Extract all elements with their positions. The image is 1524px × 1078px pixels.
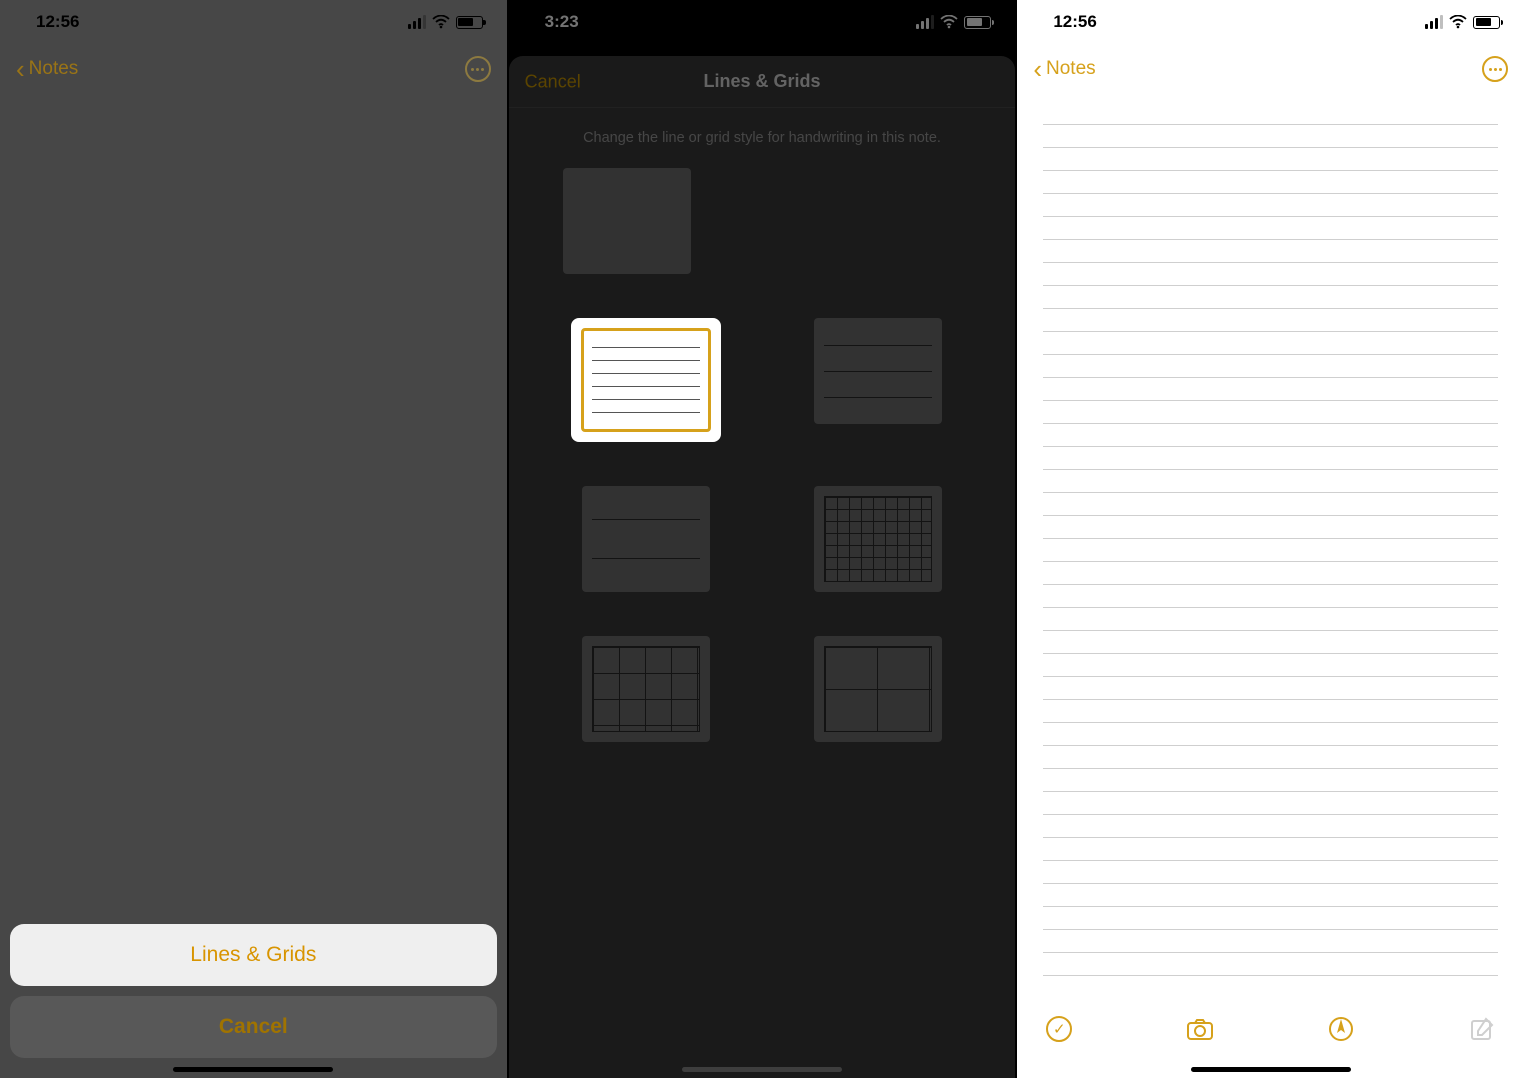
swatch-grid-medium[interactable] (582, 636, 710, 742)
more-button[interactable] (1482, 56, 1508, 82)
modal-header: Cancel Lines & Grids (509, 56, 1016, 108)
back-button[interactable]: ‹ Notes (1033, 56, 1095, 82)
wifi-icon (1449, 15, 1467, 29)
modal-title: Lines & Grids (703, 71, 820, 92)
battery-icon (1473, 16, 1500, 29)
swatch-grid-large[interactable] (814, 636, 942, 742)
nav-bar: ‹ Notes (0, 44, 507, 94)
checklist-button[interactable]: ✓ (1045, 1015, 1073, 1043)
status-time: 3:23 (545, 12, 579, 32)
pane-lines-grids-picker: 3:23 Cancel Lines & Grids Change the lin… (507, 0, 1016, 1078)
note-canvas[interactable] (1043, 102, 1498, 982)
home-indicator[interactable] (1191, 1067, 1351, 1072)
status-indicators (1425, 15, 1500, 29)
more-icon (1489, 68, 1502, 71)
cellular-icon (1425, 15, 1443, 29)
lines-grids-modal: Cancel Lines & Grids Change the line or … (509, 56, 1016, 1078)
camera-icon (1186, 1015, 1214, 1043)
markup-icon (1327, 1015, 1355, 1043)
camera-button[interactable] (1186, 1015, 1214, 1043)
more-button[interactable] (465, 56, 491, 82)
cellular-icon (916, 15, 934, 29)
swatch-lines-narrow[interactable] (571, 318, 721, 442)
swatch-lines-medium[interactable] (814, 318, 942, 424)
more-icon (471, 68, 484, 71)
status-indicators (916, 15, 991, 29)
cancel-button[interactable]: Cancel (525, 71, 581, 92)
modal-description: Change the line or grid style for handwr… (509, 108, 1016, 156)
back-button[interactable]: ‹ Notes (16, 56, 78, 82)
dim-overlay (0, 0, 507, 1078)
wifi-icon (940, 15, 958, 29)
action-sheet: Lines & Grids Cancel (10, 924, 497, 1058)
pane-lined-note: 12:56 ‹ Notes ✓ (1015, 0, 1524, 1078)
home-indicator[interactable] (682, 1067, 842, 1072)
cellular-icon (408, 15, 426, 29)
swatch-grid-small[interactable] (814, 486, 942, 592)
status-time: 12:56 (1053, 12, 1096, 32)
nav-bar: ‹ Notes (1017, 44, 1524, 94)
new-note-button[interactable] (1468, 1015, 1496, 1043)
back-label: Notes (29, 58, 79, 80)
bottom-toolbar: ✓ (1017, 998, 1524, 1078)
battery-icon (456, 16, 483, 29)
chevron-left-icon: ‹ (16, 56, 25, 82)
swatch-grid (509, 156, 1016, 772)
status-indicators (408, 15, 483, 29)
lines-grids-button[interactable]: Lines & Grids (10, 924, 497, 986)
swatch-lines-wide[interactable] (582, 486, 710, 592)
markup-button[interactable] (1327, 1015, 1355, 1043)
home-indicator[interactable] (173, 1067, 333, 1072)
chevron-left-icon: ‹ (1033, 56, 1042, 82)
battery-icon (964, 16, 991, 29)
back-label: Notes (1046, 58, 1096, 80)
pane-action-sheet: 12:56 ‹ Notes Lines & Grids Cancel (0, 0, 507, 1078)
checklist-icon: ✓ (1046, 1016, 1072, 1042)
status-bar: 3:23 (509, 0, 1016, 44)
status-bar: 12:56 (1017, 0, 1524, 44)
wifi-icon (432, 15, 450, 29)
status-time: 12:56 (36, 12, 79, 32)
compose-icon (1468, 1015, 1496, 1043)
status-bar: 12:56 (0, 0, 507, 44)
cancel-button[interactable]: Cancel (10, 996, 497, 1058)
swatch-blank[interactable] (563, 168, 691, 274)
